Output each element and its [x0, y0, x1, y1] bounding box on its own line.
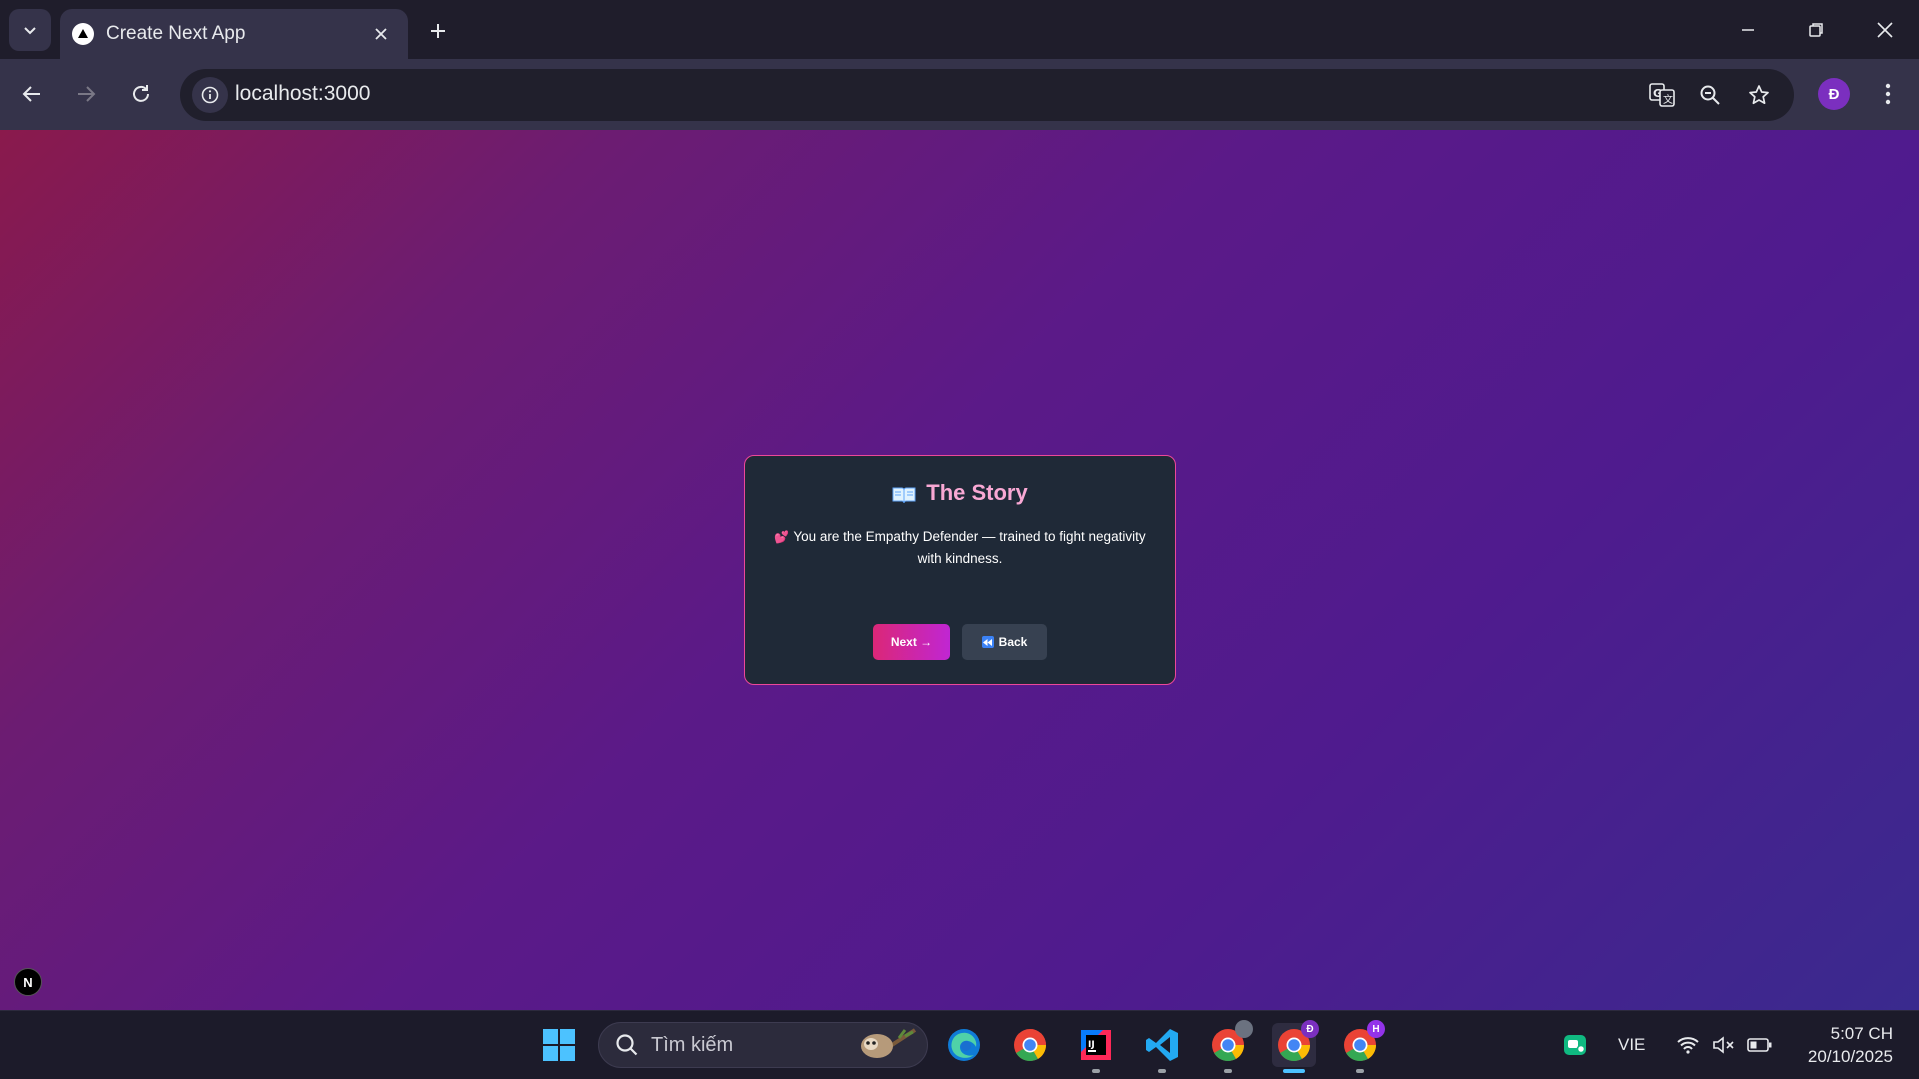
card-description: 💕 You are the Empathy Defender — trained … [771, 526, 1149, 569]
search-icon [616, 1034, 638, 1056]
chrome-profile-icon-h[interactable]: H [1338, 1020, 1385, 1073]
tab-title: Create Next App [106, 23, 246, 44]
next-button[interactable]: Next → [873, 624, 950, 660]
open-book-icon [892, 484, 916, 504]
svg-text:文: 文 [1663, 93, 1673, 106]
back-button[interactable] [12, 74, 52, 114]
profile-badge-avatar [1235, 1020, 1253, 1038]
site-info-icon[interactable] [192, 77, 228, 113]
chrome-icon[interactable] [1008, 1023, 1052, 1067]
back-button-label: Back [998, 635, 1028, 649]
close-icon [1877, 22, 1893, 38]
tab-strip: Create Next App [0, 0, 1919, 59]
new-tab-button[interactable] [420, 13, 456, 49]
plus-icon [431, 24, 445, 38]
chrome-profile-icon-active[interactable]: Đ [1272, 1020, 1319, 1073]
search-placeholder: Tìm kiếm [651, 1033, 734, 1056]
heart-icon: 💕 [774, 530, 790, 544]
arrow-left-icon [22, 86, 40, 102]
page-viewport: The Story 💕 You are the Empathy Defender … [0, 130, 1919, 1010]
clock-date: 20/10/2025 [1807, 1047, 1893, 1066]
browser-toolbar: localhost:3000 G文 Đ [0, 59, 1919, 130]
svg-text:IJ: IJ [1088, 1040, 1095, 1050]
system-clock[interactable]: 5:07 CH 20/10/2025 [1808, 1022, 1893, 1068]
intellij-icon[interactable]: IJ [1074, 1023, 1118, 1073]
profile-badge: Đ [1301, 1020, 1319, 1038]
chrome-profile-icon[interactable] [1206, 1020, 1253, 1073]
reload-icon [133, 85, 149, 102]
battery-icon[interactable] [1738, 1023, 1782, 1067]
close-window-button[interactable] [1857, 8, 1913, 52]
translate-icon[interactable]: G文 [1646, 79, 1678, 111]
chevron-down-icon [24, 27, 36, 35]
address-bar[interactable]: localhost:3000 G文 [180, 69, 1794, 121]
taskbar-search[interactable]: Tìm kiếm [598, 1022, 928, 1068]
more-vertical-icon [1885, 83, 1891, 105]
clock-time: 5:07 CH [1830, 1024, 1893, 1043]
forward-button[interactable] [66, 74, 106, 114]
url-text[interactable]: localhost:3000 [235, 82, 370, 106]
restore-icon [1809, 23, 1823, 37]
browser-menu-button[interactable] [1870, 76, 1906, 112]
browser-tab[interactable]: Create Next App [60, 9, 408, 59]
arrow-right-icon [78, 86, 96, 102]
card-title-text: The Story [926, 480, 1028, 505]
copilot-icon[interactable] [1553, 1023, 1597, 1067]
card-actions: Next → Back [745, 624, 1175, 660]
taskbar: Tìm kiếm IJ Đ H VIE 5:07 CH 20/10/2025 [0, 1010, 1919, 1079]
tab-close-icon[interactable] [368, 21, 394, 47]
tab-search-button[interactable] [9, 9, 51, 51]
edge-icon[interactable] [942, 1023, 986, 1067]
nextjs-favicon-icon [72, 23, 94, 45]
zoom-icon[interactable] [1694, 79, 1726, 111]
card-title: The Story [745, 480, 1175, 506]
vscode-icon[interactable] [1140, 1023, 1184, 1073]
sloth-illustration-icon [855, 1026, 919, 1064]
back-button-card[interactable]: Back [962, 624, 1047, 660]
profile-avatar[interactable]: Đ [1818, 78, 1850, 110]
restore-button[interactable] [1788, 8, 1844, 52]
language-indicator[interactable]: VIE [1618, 1035, 1645, 1055]
windows-start-icon[interactable] [537, 1023, 581, 1067]
rewind-icon [981, 636, 994, 648]
minimize-button[interactable] [1720, 8, 1776, 52]
bookmark-star-icon[interactable] [1743, 79, 1775, 111]
nextjs-dev-indicator[interactable]: N [14, 968, 42, 996]
story-card: The Story 💕 You are the Empathy Defender … [744, 455, 1176, 685]
card-description-text: You are the Empathy Defender — trained t… [793, 529, 1146, 566]
profile-badge: H [1367, 1020, 1385, 1038]
reload-button[interactable] [121, 74, 161, 114]
minimize-icon [1742, 29, 1754, 31]
